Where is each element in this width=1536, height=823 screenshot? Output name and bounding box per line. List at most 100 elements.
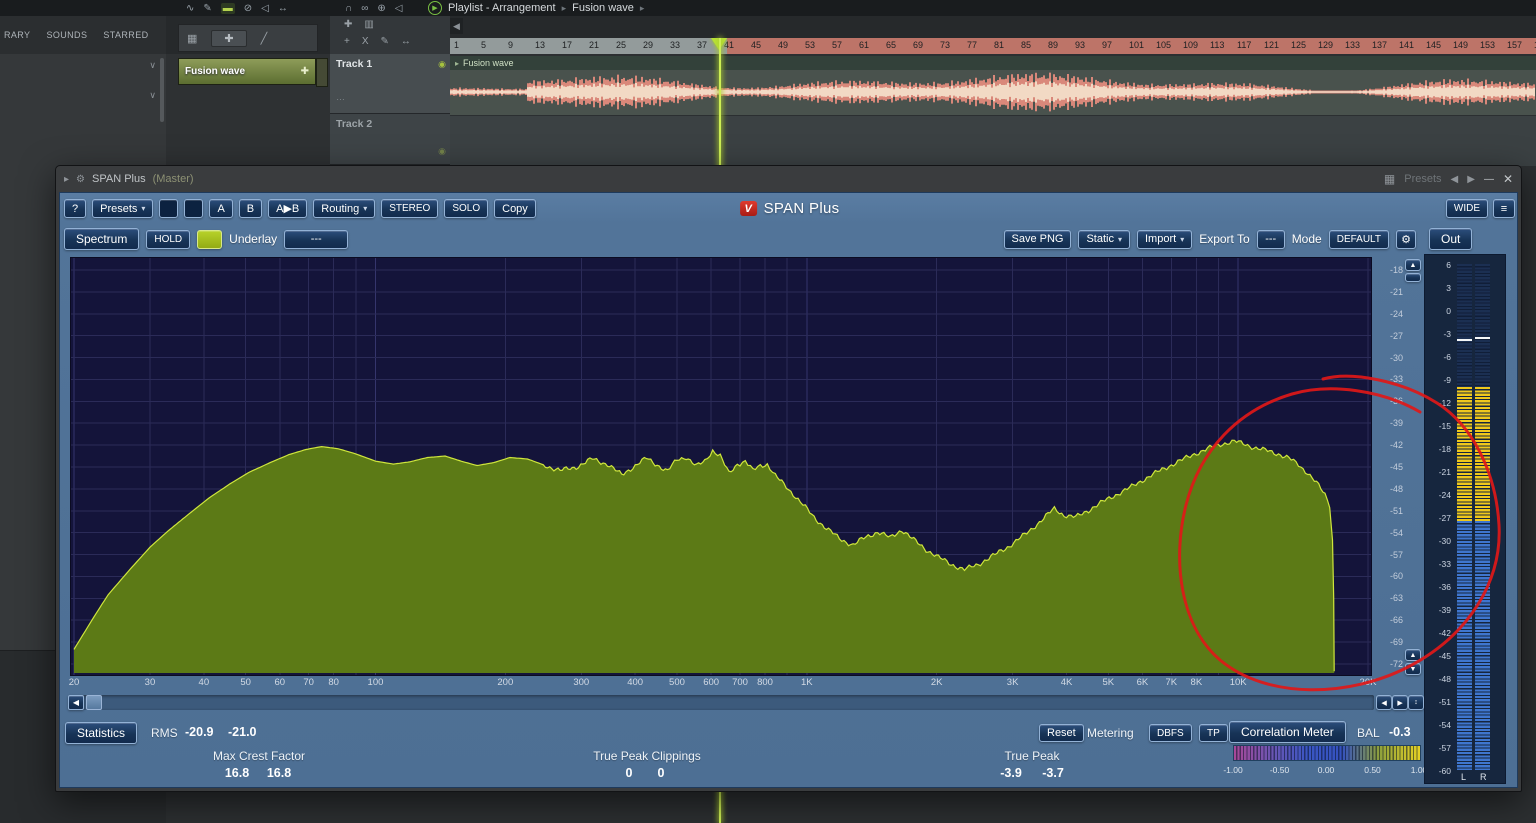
scale-handle-button[interactable] — [1405, 273, 1421, 282]
browser-scrollbar[interactable] — [160, 58, 164, 122]
correlation-tick-label: 0.00 — [1318, 765, 1335, 775]
pan-left-button[interactable]: ◀ — [1376, 695, 1392, 710]
session-a-button[interactable]: A — [209, 199, 232, 218]
tab-out[interactable]: Out — [1429, 228, 1472, 250]
presets-button[interactable]: Presets▾ — [92, 199, 153, 218]
magnet-icon[interactable]: ∩ — [345, 3, 352, 14]
draw-tool-icon[interactable]: ✎ — [203, 3, 211, 14]
meter-scale-label: 6 — [1425, 260, 1451, 270]
speaker-icon[interactable]: ◁ — [395, 3, 403, 14]
track-enable-icon[interactable]: ◉ — [438, 146, 446, 157]
scale-up-button[interactable]: ▲ — [1405, 259, 1421, 271]
audio-clip-header[interactable]: ▸ Fusion wave — [450, 56, 1536, 70]
breadcrumb-playlist[interactable]: Playlist - Arrangement — [448, 2, 556, 14]
pattern-chip[interactable]: Fusion wave ✚ — [178, 58, 316, 85]
panel-icon[interactable]: ▥ — [364, 19, 373, 30]
move-button[interactable]: ✚ — [211, 30, 246, 47]
browser-tab-sounds[interactable]: SOUNDS — [46, 30, 87, 40]
pencil-icon[interactable]: ✎ — [381, 36, 389, 47]
color-swatch-b[interactable] — [184, 199, 203, 218]
plugin-gear-icon[interactable]: ⚙ — [76, 174, 85, 185]
mode-gear-button[interactable]: ⚙ — [1396, 230, 1416, 249]
audio-clip-waveform[interactable] — [450, 70, 1536, 115]
db-tick-label: -57 — [1390, 550, 1403, 560]
zoom-icon[interactable]: ⊕ — [377, 3, 385, 14]
meter-scale-label: -54 — [1425, 720, 1451, 730]
hold-button[interactable]: HOLD — [146, 230, 190, 249]
scrollbar-handle[interactable] — [86, 695, 102, 710]
breadcrumb-pattern[interactable]: Fusion wave — [572, 2, 634, 14]
collapse-icon[interactable]: ∨ — [149, 90, 156, 101]
timeline-bar-number: 65 — [886, 40, 896, 50]
grid-icon[interactable]: ▦ — [187, 32, 197, 45]
meter-scale-label: -36 — [1425, 582, 1451, 592]
close-icon[interactable]: ✕ — [1503, 172, 1513, 186]
wide-button[interactable]: WIDE — [1446, 199, 1488, 218]
delete-icon[interactable]: X — [362, 36, 369, 47]
session-b-button[interactable]: B — [239, 199, 262, 218]
collapse-icon[interactable]: ∨ — [149, 60, 156, 71]
delete-tool-icon[interactable]: ⊘ — [244, 3, 252, 14]
underlay-select-button[interactable]: --- — [284, 230, 348, 249]
freq-tick-label: 70 — [303, 677, 314, 688]
db-tick-label: -39 — [1390, 418, 1403, 428]
meter-peak-r — [1475, 337, 1490, 339]
dbfs-button[interactable]: DBFS — [1149, 724, 1192, 742]
prev-preset-icon[interactable]: ◀ — [1451, 174, 1459, 185]
help-button[interactable]: ? — [64, 199, 86, 218]
timeline-bar-number: 133 — [1345, 40, 1360, 50]
slide-icon[interactable]: ╱ — [261, 32, 268, 45]
timeline-bar-number: 33 — [670, 40, 680, 50]
export-to-button[interactable]: --- — [1257, 230, 1285, 249]
timeline-ruler[interactable]: 1591317212529333741454953576165697377818… — [450, 38, 1536, 54]
add-icon[interactable]: + — [344, 36, 350, 47]
solo-button[interactable]: SOLO — [444, 199, 488, 218]
timeline-scroll-left[interactable]: ◀ — [450, 18, 463, 34]
minimize-icon[interactable]: — — [1484, 174, 1494, 185]
preset-grid-icon[interactable]: ▦ — [1384, 172, 1395, 186]
collapse-arrow-icon[interactable]: ▸ — [64, 174, 69, 185]
tab-spectrum[interactable]: Spectrum — [64, 228, 139, 250]
stereo-button[interactable]: STEREO — [381, 199, 438, 218]
next-preset-icon[interactable]: ▶ — [1467, 174, 1475, 185]
tp-button[interactable]: TP — [1199, 724, 1228, 742]
move-icon[interactable]: ✚ — [344, 19, 352, 30]
track-header-1[interactable]: Track 1 … ◉ — [330, 54, 450, 114]
save-png-button[interactable]: Save PNG — [1004, 230, 1072, 249]
color-swatch-a[interactable] — [159, 199, 178, 218]
stretch-icon[interactable]: ↔ — [401, 36, 411, 47]
pattern-chip-handle[interactable] — [316, 58, 328, 87]
mode-button[interactable]: DEFAULT — [1329, 230, 1389, 249]
timeline-bar-number: 81 — [994, 40, 1004, 50]
spectrum-scrollbar[interactable]: ◀ — [68, 695, 1374, 710]
slide-tool-icon[interactable]: ↔ — [278, 3, 288, 14]
zoom-updown-button[interactable]: ↕ — [1408, 695, 1424, 710]
copy-button[interactable]: Copy — [494, 199, 536, 218]
routing-button[interactable]: Routing▾ — [313, 199, 375, 218]
link-icon[interactable]: ∞ — [361, 3, 368, 14]
underlay-color-swatch[interactable] — [197, 230, 222, 249]
track-options-icon[interactable]: … — [336, 92, 444, 102]
browser-tab-starred[interactable]: STARRED — [103, 30, 148, 40]
track-header-2[interactable]: Track 2 ◉ — [330, 114, 450, 165]
menu-button[interactable]: ≡ — [1493, 199, 1515, 218]
static-button[interactable]: Static▾ — [1078, 230, 1130, 249]
plugin-titlebar[interactable]: ▸ ⚙ SPAN Plus (Master) ▦ Presets ◀ ▶ — ✕ — [56, 166, 1521, 192]
pan-right-button[interactable]: ▶ — [1392, 695, 1408, 710]
scroll-left-button[interactable]: ◀ — [68, 695, 84, 710]
db-tick-label: -51 — [1390, 506, 1403, 516]
reset-button[interactable]: Reset — [1039, 724, 1084, 742]
tab-correlation-meter[interactable]: Correlation Meter — [1229, 721, 1346, 743]
range-up-button[interactable]: ▲ — [1405, 649, 1421, 661]
slip-tool-icon[interactable]: ∿ — [186, 3, 194, 14]
browser-tab-rary[interactable]: RARY — [4, 30, 30, 40]
track-2-lane[interactable] — [450, 115, 1536, 166]
range-down-button[interactable]: ▼ — [1405, 663, 1421, 675]
import-button[interactable]: Import▾ — [1137, 230, 1192, 249]
a-to-b-button[interactable]: A▶B — [268, 199, 307, 218]
tab-statistics[interactable]: Statistics — [65, 722, 137, 744]
track-enable-icon[interactable]: ◉ — [438, 59, 446, 70]
mute-tool-icon[interactable]: ◁ — [261, 3, 269, 14]
paint-tool-icon[interactable]: ▬ — [221, 3, 235, 14]
spectrum-display[interactable] — [71, 258, 1371, 675]
